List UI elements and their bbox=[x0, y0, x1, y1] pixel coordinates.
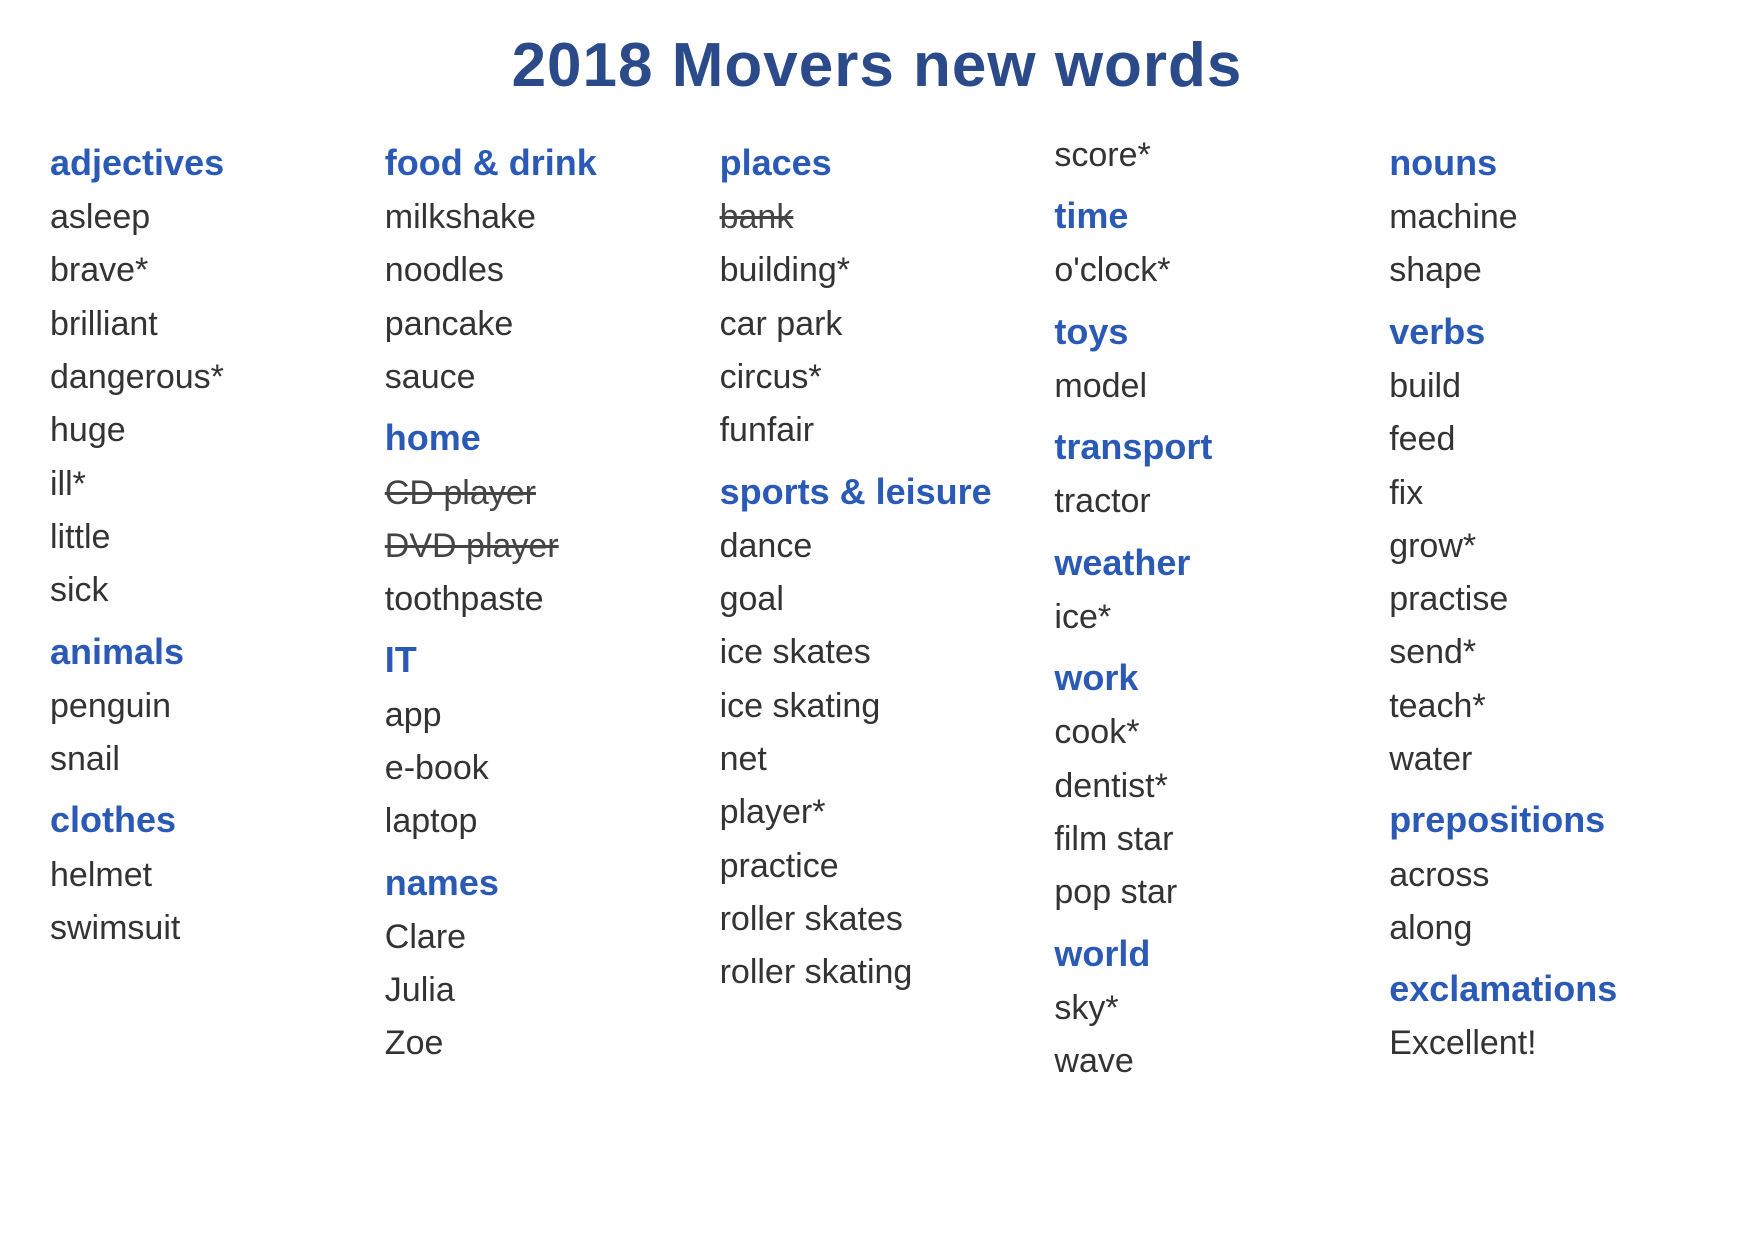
word-3-10: ice skates bbox=[720, 628, 1035, 677]
word-4-9: ice* bbox=[1054, 593, 1369, 642]
word-4-4: toys bbox=[1054, 306, 1369, 358]
word-2-4: pancake bbox=[385, 300, 700, 349]
word-3-7: sports & leisure bbox=[720, 466, 1035, 518]
word-3-15: roller skates bbox=[720, 895, 1035, 944]
word-2-6: home bbox=[385, 412, 700, 464]
word-4-12: dentist* bbox=[1054, 762, 1369, 811]
word-1-7: ill* bbox=[50, 460, 365, 509]
column-5: nounsmachineshapeverbsbuildfeedfixgrow*p… bbox=[1389, 131, 1704, 1069]
word-1-9: sick bbox=[50, 566, 365, 615]
word-2-11: app bbox=[385, 691, 700, 740]
word-4-1: score* bbox=[1054, 131, 1369, 180]
word-5-12: water bbox=[1389, 735, 1704, 784]
word-1-14: helmet bbox=[50, 851, 365, 900]
word-2-17: Zoe bbox=[385, 1019, 700, 1068]
word-5-6: feed bbox=[1389, 415, 1704, 464]
word-3-2: bank bbox=[720, 193, 1035, 242]
word-5-13: prepositions bbox=[1389, 794, 1704, 846]
word-5-5: build bbox=[1389, 362, 1704, 411]
word-3-1: places bbox=[720, 137, 1035, 189]
word-2-12: e-book bbox=[385, 744, 700, 793]
word-2-1: food & drink bbox=[385, 137, 700, 189]
word-5-10: send* bbox=[1389, 628, 1704, 677]
column-1: adjectivesasleepbrave* brilliantdangerous… bbox=[50, 131, 365, 953]
word-1-5: dangerous* bbox=[50, 353, 365, 402]
word-3-5: circus* bbox=[720, 353, 1035, 402]
word-4-14: pop star bbox=[1054, 868, 1369, 917]
column-4: score* timeo'clock* toysmodel transporttrac… bbox=[1054, 131, 1369, 1086]
word-2-5: sauce bbox=[385, 353, 700, 402]
word-1-13: clothes bbox=[50, 794, 365, 846]
word-5-16: exclamations bbox=[1389, 963, 1704, 1015]
column-2: food & drinkmilkshakenoodles pancakesauce… bbox=[385, 131, 700, 1069]
word-3-11: ice skating bbox=[720, 682, 1035, 731]
word-5-4: verbs bbox=[1389, 306, 1704, 358]
word-2-15: Clare bbox=[385, 913, 700, 962]
word-5-9: practise bbox=[1389, 575, 1704, 624]
word-4-13: film star bbox=[1054, 815, 1369, 864]
word-2-3: noodles bbox=[385, 246, 700, 295]
word-3-14: practice bbox=[720, 842, 1035, 891]
word-4-3: o'clock* bbox=[1054, 246, 1369, 295]
word-3-16: roller skating bbox=[720, 948, 1035, 997]
page-title: 2018 Movers new words bbox=[50, 30, 1704, 101]
word-2-14: names bbox=[385, 857, 700, 909]
word-3-3: building* bbox=[720, 246, 1035, 295]
word-4-2: time bbox=[1054, 190, 1369, 242]
word-2-16: Julia bbox=[385, 966, 700, 1015]
word-4-8: weather bbox=[1054, 537, 1369, 589]
word-1-11: penguin bbox=[50, 682, 365, 731]
word-5-17: Excellent! bbox=[1389, 1019, 1704, 1068]
word-4-17: wave bbox=[1054, 1037, 1369, 1086]
word-1-1: adjectives bbox=[50, 137, 365, 189]
word-3-9: goal bbox=[720, 575, 1035, 624]
word-5-8: grow* bbox=[1389, 522, 1704, 571]
word-5-3: shape bbox=[1389, 246, 1704, 295]
word-4-16: sky* bbox=[1054, 984, 1369, 1033]
word-4-10: work bbox=[1054, 652, 1369, 704]
word-2-7: CD player bbox=[385, 469, 700, 518]
word-grid: adjectivesasleepbrave* brilliantdangerous… bbox=[50, 131, 1704, 1086]
word-2-9: toothpaste bbox=[385, 575, 700, 624]
word-5-7: fix bbox=[1389, 469, 1704, 518]
word-5-14: across bbox=[1389, 851, 1704, 900]
word-3-4: car park bbox=[720, 300, 1035, 349]
word-5-11: teach* bbox=[1389, 682, 1704, 731]
word-1-6: huge bbox=[50, 406, 365, 455]
word-2-10: IT bbox=[385, 634, 700, 686]
word-4-11: cook* bbox=[1054, 708, 1369, 757]
word-1-12: snail bbox=[50, 735, 365, 784]
word-4-15: world bbox=[1054, 928, 1369, 980]
word-4-6: transport bbox=[1054, 421, 1369, 473]
word-5-2: machine bbox=[1389, 193, 1704, 242]
word-5-1: nouns bbox=[1389, 137, 1704, 189]
word-3-12: net bbox=[720, 735, 1035, 784]
column-3: placesbankbuilding* car parkcircus*funfai… bbox=[720, 131, 1035, 998]
word-1-10: animals bbox=[50, 626, 365, 678]
word-4-7: tractor bbox=[1054, 477, 1369, 526]
word-1-4: brilliant bbox=[50, 300, 365, 349]
word-2-8: DVD player bbox=[385, 522, 700, 571]
word-1-15: swimsuit bbox=[50, 904, 365, 953]
word-4-5: model bbox=[1054, 362, 1369, 411]
word-2-13: laptop bbox=[385, 797, 700, 846]
word-1-8: little bbox=[50, 513, 365, 562]
word-3-13: player* bbox=[720, 788, 1035, 837]
word-3-6: funfair bbox=[720, 406, 1035, 455]
word-2-2: milkshake bbox=[385, 193, 700, 242]
word-3-8: dance bbox=[720, 522, 1035, 571]
word-1-2: asleep bbox=[50, 193, 365, 242]
word-1-3: brave* bbox=[50, 246, 365, 295]
word-5-15: along bbox=[1389, 904, 1704, 953]
